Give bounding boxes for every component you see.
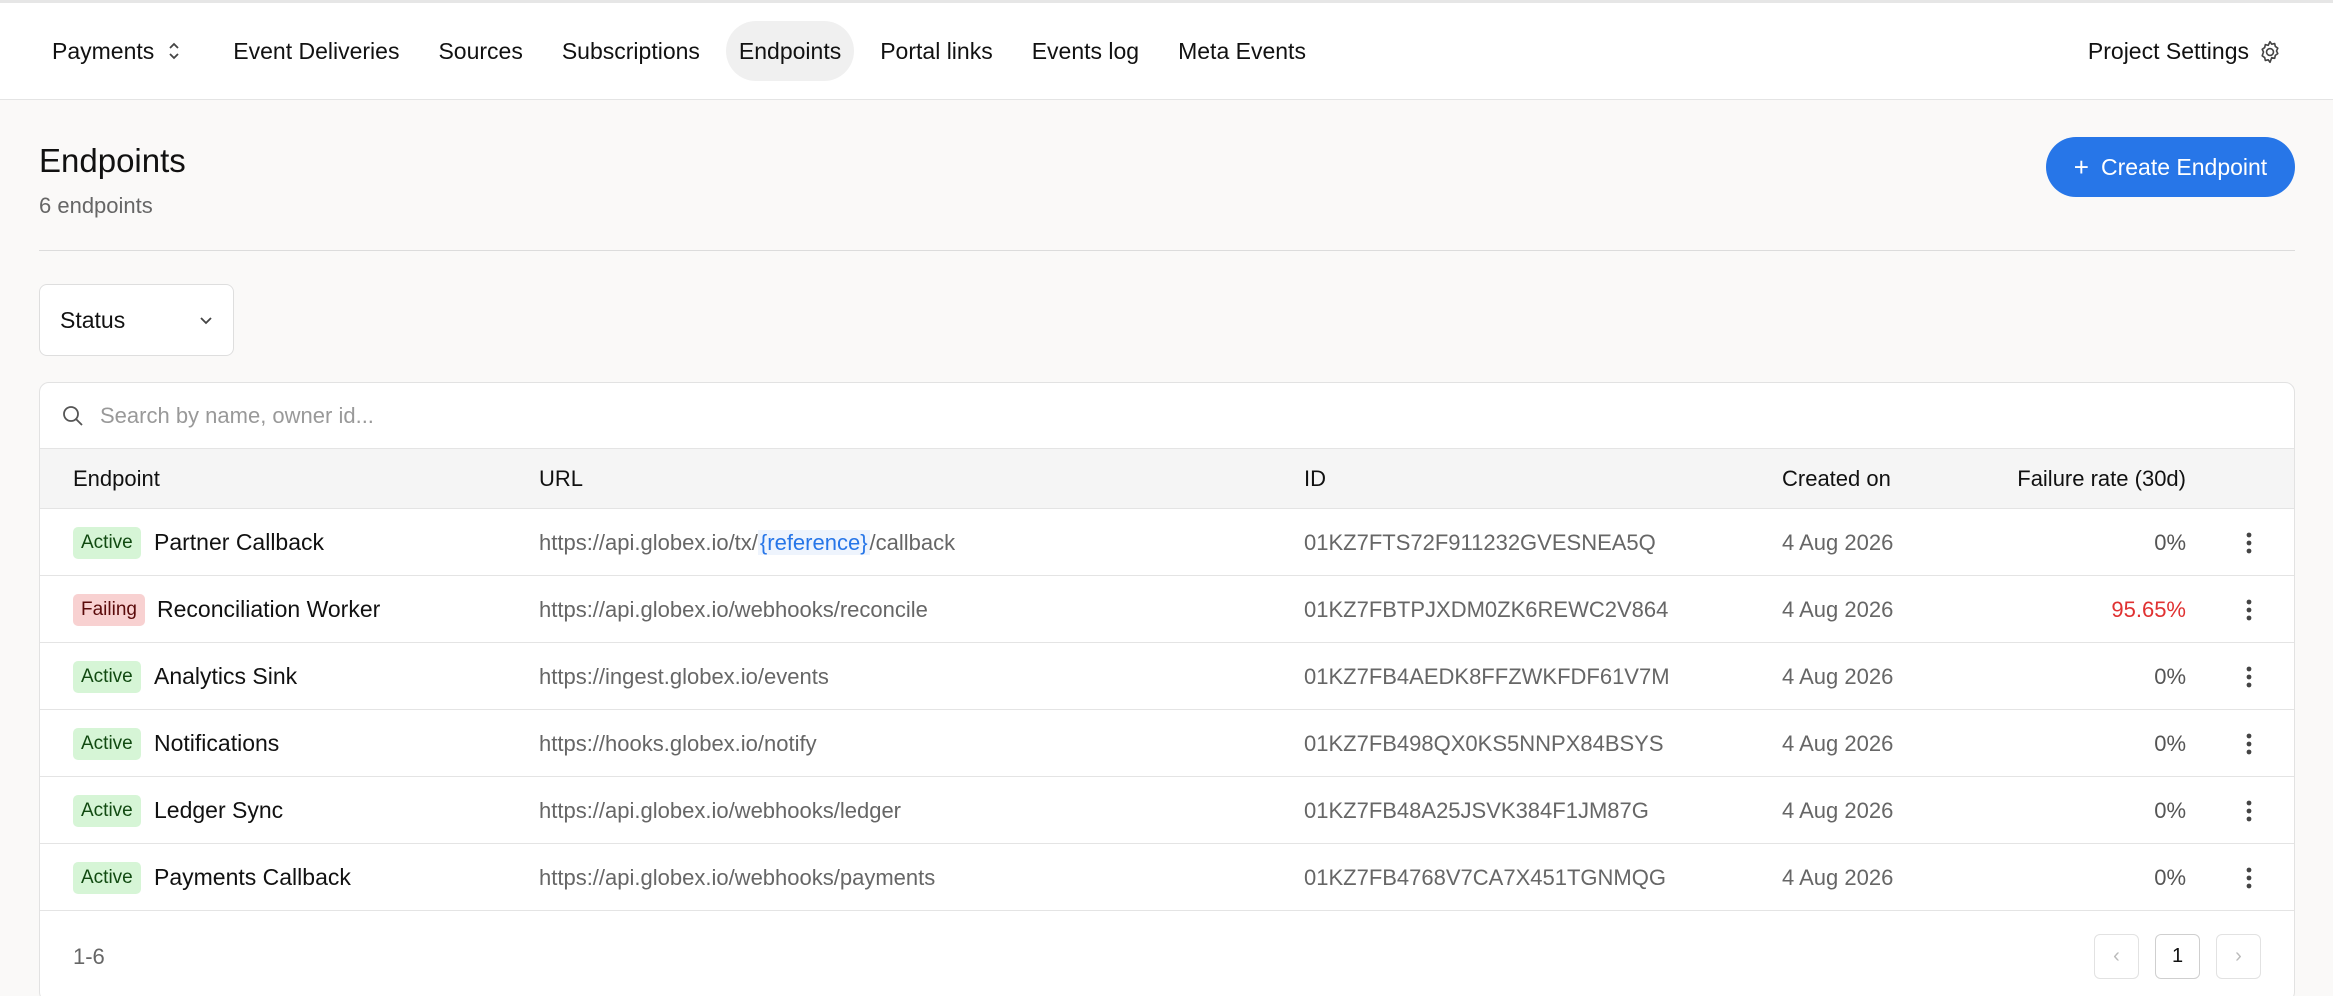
status-filter[interactable]: Status [39,284,234,356]
create-endpoint-button[interactable]: + Create Endpoint [2046,137,2295,197]
table-row[interactable]: Active Ledger Sync https://api.globex.io… [40,777,2294,844]
endpoint-count: 6 endpoints [39,193,153,218]
nav-item-events-log[interactable]: Events log [1019,21,1152,81]
nav-item-endpoints[interactable]: Endpoints [725,21,855,81]
status-badge: Active [73,527,141,559]
endpoint-name: Payments Callback [154,864,351,890]
endpoints-table-card: Endpoint URL ID Created on Failure rate … [39,382,2295,996]
pagination-range: 1-6 [73,944,105,969]
table-row[interactable]: Failing Reconciliation Worker https://ap… [40,576,2294,643]
status-badge: Active [73,728,141,760]
created-date: 4 Aug 2026 [1782,798,1894,823]
endpoint-url: https://hooks.globex.io/notify [539,731,817,756]
nav-item-portal-links[interactable]: Portal links [867,21,1005,81]
header-divider [39,250,2295,251]
column-header-url: URL [539,466,584,491]
endpoint-id: 01KZ7FB4768V7CA7X451TGNMQG [1304,865,1666,890]
column-header-failure-rate: Failure rate (30d) [2017,466,2186,491]
failure-rate: 0% [2154,798,2186,823]
chevron-up-down-icon [169,42,179,60]
nav-item-label: Meta Events [1178,37,1306,64]
project-settings-label: Project Settings [2087,38,2249,64]
pagination: ‹ 1 › [2094,934,2261,979]
search-bar [40,383,2294,449]
endpoint-name: Reconciliation Worker [157,596,381,622]
table-row[interactable]: Active Partner Callback https://api.glob… [40,509,2294,576]
url-text: /callback [869,530,956,555]
endpoint-id: 01KZ7FTS72F911232GVESNEA5Q [1304,530,1656,555]
column-header-created: Created on [1782,466,1891,491]
endpoint-name: Partner Callback [154,529,325,555]
status-badge: Active [73,661,141,693]
more-options-icon[interactable] [2244,598,2254,622]
endpoint-id: 01KZ7FB4AEDK8FFZWKFDF61V7M [1304,664,1670,689]
endpoint-name: Analytics Sink [154,663,298,689]
created-date: 4 Aug 2026 [1782,597,1894,622]
endpoint-url: https://api.globex.io/webhooks/payments [539,865,936,890]
status-filter-label: Status [60,306,126,333]
project-name: Payments [52,37,155,64]
more-options-icon[interactable] [2244,531,2254,555]
page-title: Endpoints [39,142,186,179]
table-row[interactable]: Active Notifications https://hooks.globe… [40,710,2294,777]
endpoint-url: https://api.globex.io/webhooks/reconcile [539,597,928,622]
failure-rate: 95.65% [2111,597,2186,622]
nav-item-sources[interactable]: Sources [425,21,535,81]
nav-item-label: Endpoints [738,37,842,64]
endpoint-url: https://ingest.globex.io/events [539,664,829,689]
nav-item-event-deliveries[interactable]: Event Deliveries [220,21,412,81]
table-header: Endpoint URL ID Created on Failure rate … [40,449,2294,509]
status-badge: Active [73,862,141,894]
next-page-button[interactable]: › [2216,934,2261,979]
search-input[interactable] [100,402,1900,429]
table-row[interactable]: Active Analytics Sink https://ingest.glo… [40,643,2294,710]
plus-icon: + [2073,151,2089,182]
more-options-icon[interactable] [2244,799,2254,823]
failure-rate: 0% [2154,664,2186,689]
more-options-icon[interactable] [2244,732,2254,756]
create-endpoint-label: Create Endpoint [2100,153,2268,180]
nav-item-label: Event Deliveries [233,37,400,64]
endpoint-id: 01KZ7FBTPJXDM0ZK6REWC2V864 [1304,597,1669,622]
endpoint-name: Notifications [154,730,280,756]
project-switcher[interactable]: Payments [38,21,196,81]
prev-page-button[interactable]: ‹ [2094,934,2139,979]
endpoint-id: 01KZ7FB498QX0KS5NNPX84BSYS [1304,731,1664,756]
endpoint-url: https://api.globex.io/tx/{reference}/cal… [539,509,955,576]
column-header-id: ID [1304,466,1326,491]
endpoint-name: Ledger Sync [154,797,284,823]
nav-item-label: Sources [438,37,523,64]
chevron-down-icon [200,317,212,325]
nav-item-label: Portal links [880,37,993,64]
status-badge: Failing [73,594,145,626]
gear-icon [2261,40,2279,63]
more-options-icon[interactable] [2244,866,2254,890]
url-template-variable: {reference} [757,530,870,555]
more-options-icon[interactable] [2244,665,2254,689]
page-number-button[interactable]: 1 [2155,934,2200,979]
nav-item-label: Subscriptions [561,37,700,64]
created-date: 4 Aug 2026 [1782,530,1894,555]
failure-rate: 0% [2154,530,2186,555]
search-icon [63,405,83,426]
failure-rate: 0% [2154,865,2186,890]
table-footer: 1-6 ‹ 1 › [40,911,2294,996]
url-text: https://api.globex.io/tx/ [539,530,758,555]
project-settings-link[interactable]: Project Settings [2088,3,2283,100]
created-date: 4 Aug 2026 [1782,865,1894,890]
nav-item-subscriptions[interactable]: Subscriptions [549,21,713,81]
table-row[interactable]: Active Payments Callback https://api.glo… [40,844,2294,911]
nav-item-meta-events[interactable]: Meta Events [1165,21,1319,81]
created-date: 4 Aug 2026 [1782,664,1894,689]
created-date: 4 Aug 2026 [1782,731,1894,756]
failure-rate: 0% [2154,731,2186,756]
status-badge: Active [73,795,141,827]
endpoint-id: 01KZ7FB48A25JSVK384F1JM87G [1304,798,1649,823]
top-nav: Payments Event Deliveries Sources Subscr… [0,3,2333,100]
nav-item-label: Events log [1031,37,1140,64]
column-header-endpoint: Endpoint [73,466,160,491]
endpoint-url: https://api.globex.io/webhooks/ledger [539,798,902,823]
